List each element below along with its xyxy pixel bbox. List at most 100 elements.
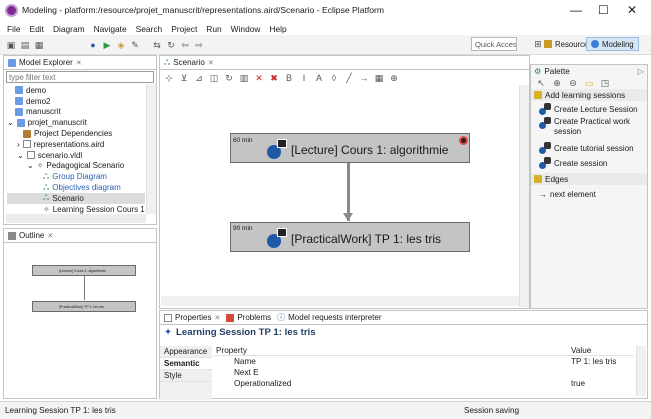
palette-section-learning-sessions[interactable]: Add learning sessions — [531, 89, 647, 101]
tab-model-requests[interactable]: ⓘ Model requests interpreter — [277, 312, 381, 323]
tree-item-scenario-vldl[interactable]: ⌄ scenario.vldl — [7, 150, 145, 161]
chevron-down-icon[interactable]: ⌄ — [17, 151, 24, 160]
operationalized-value-cell[interactable]: true — [571, 379, 585, 388]
quick-access-input[interactable]: Quick Access — [471, 37, 517, 51]
open-type-icon[interactable]: ◈ — [116, 40, 126, 50]
zoom-out-icon[interactable]: ⊖ — [568, 78, 578, 88]
tree-item-demo[interactable]: demo — [7, 85, 145, 96]
menu-file[interactable]: File — [7, 24, 21, 34]
tree-item-learning-session[interactable]: ✧Learning Session Cours 1: alg — [7, 204, 145, 215]
zoom-icon[interactable]: ⊕ — [389, 73, 399, 83]
outline-node-practical[interactable]: [PracticalWork] TP 1: les tris — [32, 301, 136, 312]
minimize-button[interactable]: — — [570, 3, 582, 17]
save-icon[interactable]: ▤ — [20, 40, 30, 50]
menu-help[interactable]: Help — [269, 24, 286, 34]
tab-semantic[interactable]: Semantic — [160, 358, 212, 370]
tab-appearance[interactable]: Appearance — [160, 346, 212, 358]
chevron-right-icon[interactable]: › — [17, 140, 20, 149]
italic-icon[interactable]: I — [299, 73, 309, 83]
menu-diagram[interactable]: Diagram — [53, 24, 85, 34]
menu-window[interactable]: Window — [231, 24, 261, 34]
status-left: Learning Session TP 1: les tris — [5, 406, 116, 415]
lecture-session-node[interactable]: 60 min [Lecture] Cours 1: algorithmie — [230, 133, 470, 163]
perspective-modeling[interactable]: Modeling — [586, 37, 639, 51]
create-session[interactable]: Create session — [539, 157, 647, 169]
refresh-icon[interactable]: ↻ — [224, 73, 234, 83]
tree-item-objectives-diagram[interactable]: ஃ Objectives diagram — [7, 182, 145, 193]
delete-icon[interactable]: ✕ — [254, 73, 264, 83]
explorer-scrollbar[interactable] — [146, 84, 156, 214]
eclipse-logo-icon — [5, 4, 18, 17]
filter-icon[interactable]: ⊻ — [179, 73, 189, 83]
menu-edit[interactable]: Edit — [30, 24, 44, 34]
chevron-down-icon[interactable]: ⌄ — [7, 118, 14, 127]
close-tab-icon[interactable]: ✕ — [208, 59, 214, 67]
arrange-icon[interactable]: ⊿ — [194, 73, 204, 83]
gear-icon[interactable] — [459, 136, 468, 145]
chevron-down-icon[interactable]: ⌄ — [27, 161, 34, 170]
pen-icon[interactable]: ✎ — [130, 40, 140, 50]
back-icon[interactable]: ⇦ — [180, 40, 190, 50]
tab-problems[interactable]: Problems — [226, 313, 271, 322]
tree-item-group-diagram[interactable]: ஃ Group Diagram — [7, 171, 145, 182]
create-tutorial-session[interactable]: Create tutorial session — [539, 142, 647, 154]
editor-hscrollbar[interactable] — [161, 296, 519, 306]
next-element-tool[interactable]: → next element — [531, 188, 647, 200]
debug-icon[interactable]: ● — [88, 40, 98, 50]
name-value-cell[interactable]: TP 1: les tris — [571, 357, 616, 366]
run-icon[interactable]: ▶ — [102, 40, 112, 50]
menu-navigate[interactable]: Navigate — [94, 24, 127, 34]
tree-item-projet-manuscrit[interactable]: ⌄ projet_manuscrit — [7, 117, 145, 128]
tree-item-project-dependencies[interactable]: Project Dependencies — [7, 128, 145, 139]
tree-item-representations[interactable]: › representations.aird — [7, 139, 145, 150]
scenario-editor-tab[interactable]: ஃ Scenario ✕ — [160, 56, 529, 70]
tree-item-demo2[interactable]: demo2 — [7, 96, 145, 107]
diagram-canvas[interactable] — [161, 85, 519, 296]
print-icon[interactable]: ▦ — [34, 40, 44, 50]
create-practical-session[interactable]: Create Practical work session — [539, 115, 647, 139]
explorer-hscrollbar[interactable] — [6, 214, 146, 223]
editor-vscrollbar[interactable] — [519, 85, 529, 307]
delete-model-icon[interactable]: ✖ — [269, 73, 279, 83]
perspective-resource[interactable]: Resource — [540, 37, 592, 51]
properties-scrollbar[interactable] — [636, 346, 646, 396]
shape-icon[interactable]: ◳ — [600, 78, 610, 88]
tree-item-pedagogical-scenario[interactable]: ⌄ ✧ Pedagogical Scenario — [7, 161, 145, 172]
outline-node-lecture[interactable]: [Lecture] Cours 1: algorithmie — [32, 265, 136, 276]
note-icon[interactable]: ▭ — [584, 78, 594, 88]
palette-collapse-icon[interactable]: ▷ — [638, 66, 644, 76]
forward-icon[interactable]: ⇨ — [194, 40, 204, 50]
tree-item-manuscrit[interactable]: manuscrit — [7, 107, 145, 118]
close-window-button[interactable]: ✕ — [627, 3, 637, 17]
layer-icon[interactable]: ⊹ — [164, 73, 174, 83]
fill-color-icon[interactable]: ◊ — [329, 73, 339, 83]
outline-tab[interactable]: Outline ✕ — [4, 229, 156, 243]
tree-item-scenario[interactable]: ஃ Scenario — [7, 192, 145, 204]
menu-project[interactable]: Project — [171, 24, 197, 34]
zoom-in-icon[interactable]: ⊕ — [552, 78, 562, 88]
palette-section-edges[interactable]: Edges — [531, 173, 647, 185]
maximize-button[interactable]: ☐ — [598, 3, 609, 17]
practical-session-node[interactable]: 90 min [PracticalWork] TP 1: les tris — [230, 222, 470, 252]
model-explorer-tab[interactable]: Model Explorer ✕ — [4, 56, 156, 70]
pin-icon[interactable]: ▥ — [239, 73, 249, 83]
line-color-icon[interactable]: ╱ — [344, 73, 354, 83]
create-lecture-session[interactable]: Create Lecture Session — [539, 103, 647, 115]
line-style-icon[interactable]: → — [359, 73, 369, 83]
tab-properties[interactable]: Properties ✕ — [164, 313, 220, 322]
close-tab-icon[interactable]: ✕ — [47, 232, 53, 240]
close-tab-icon[interactable]: ✕ — [76, 59, 82, 67]
select-icon[interactable]: ◫ — [209, 73, 219, 83]
grid-icon[interactable]: ▦ — [374, 73, 384, 83]
select-tool-icon[interactable]: ↖ — [536, 78, 546, 88]
filter-input[interactable] — [6, 71, 154, 83]
font-color-icon[interactable]: A — [314, 73, 324, 83]
nav-icon[interactable]: ⇆ — [152, 40, 162, 50]
menu-search[interactable]: Search — [136, 24, 163, 34]
menu-run[interactable]: Run — [206, 24, 221, 34]
history-icon[interactable]: ↻ — [166, 40, 176, 50]
new-icon[interactable]: ▣ — [6, 40, 16, 50]
close-tab-icon[interactable]: ✕ — [214, 314, 220, 322]
bold-icon[interactable]: B — [284, 73, 294, 83]
tab-style[interactable]: Style — [160, 370, 212, 382]
